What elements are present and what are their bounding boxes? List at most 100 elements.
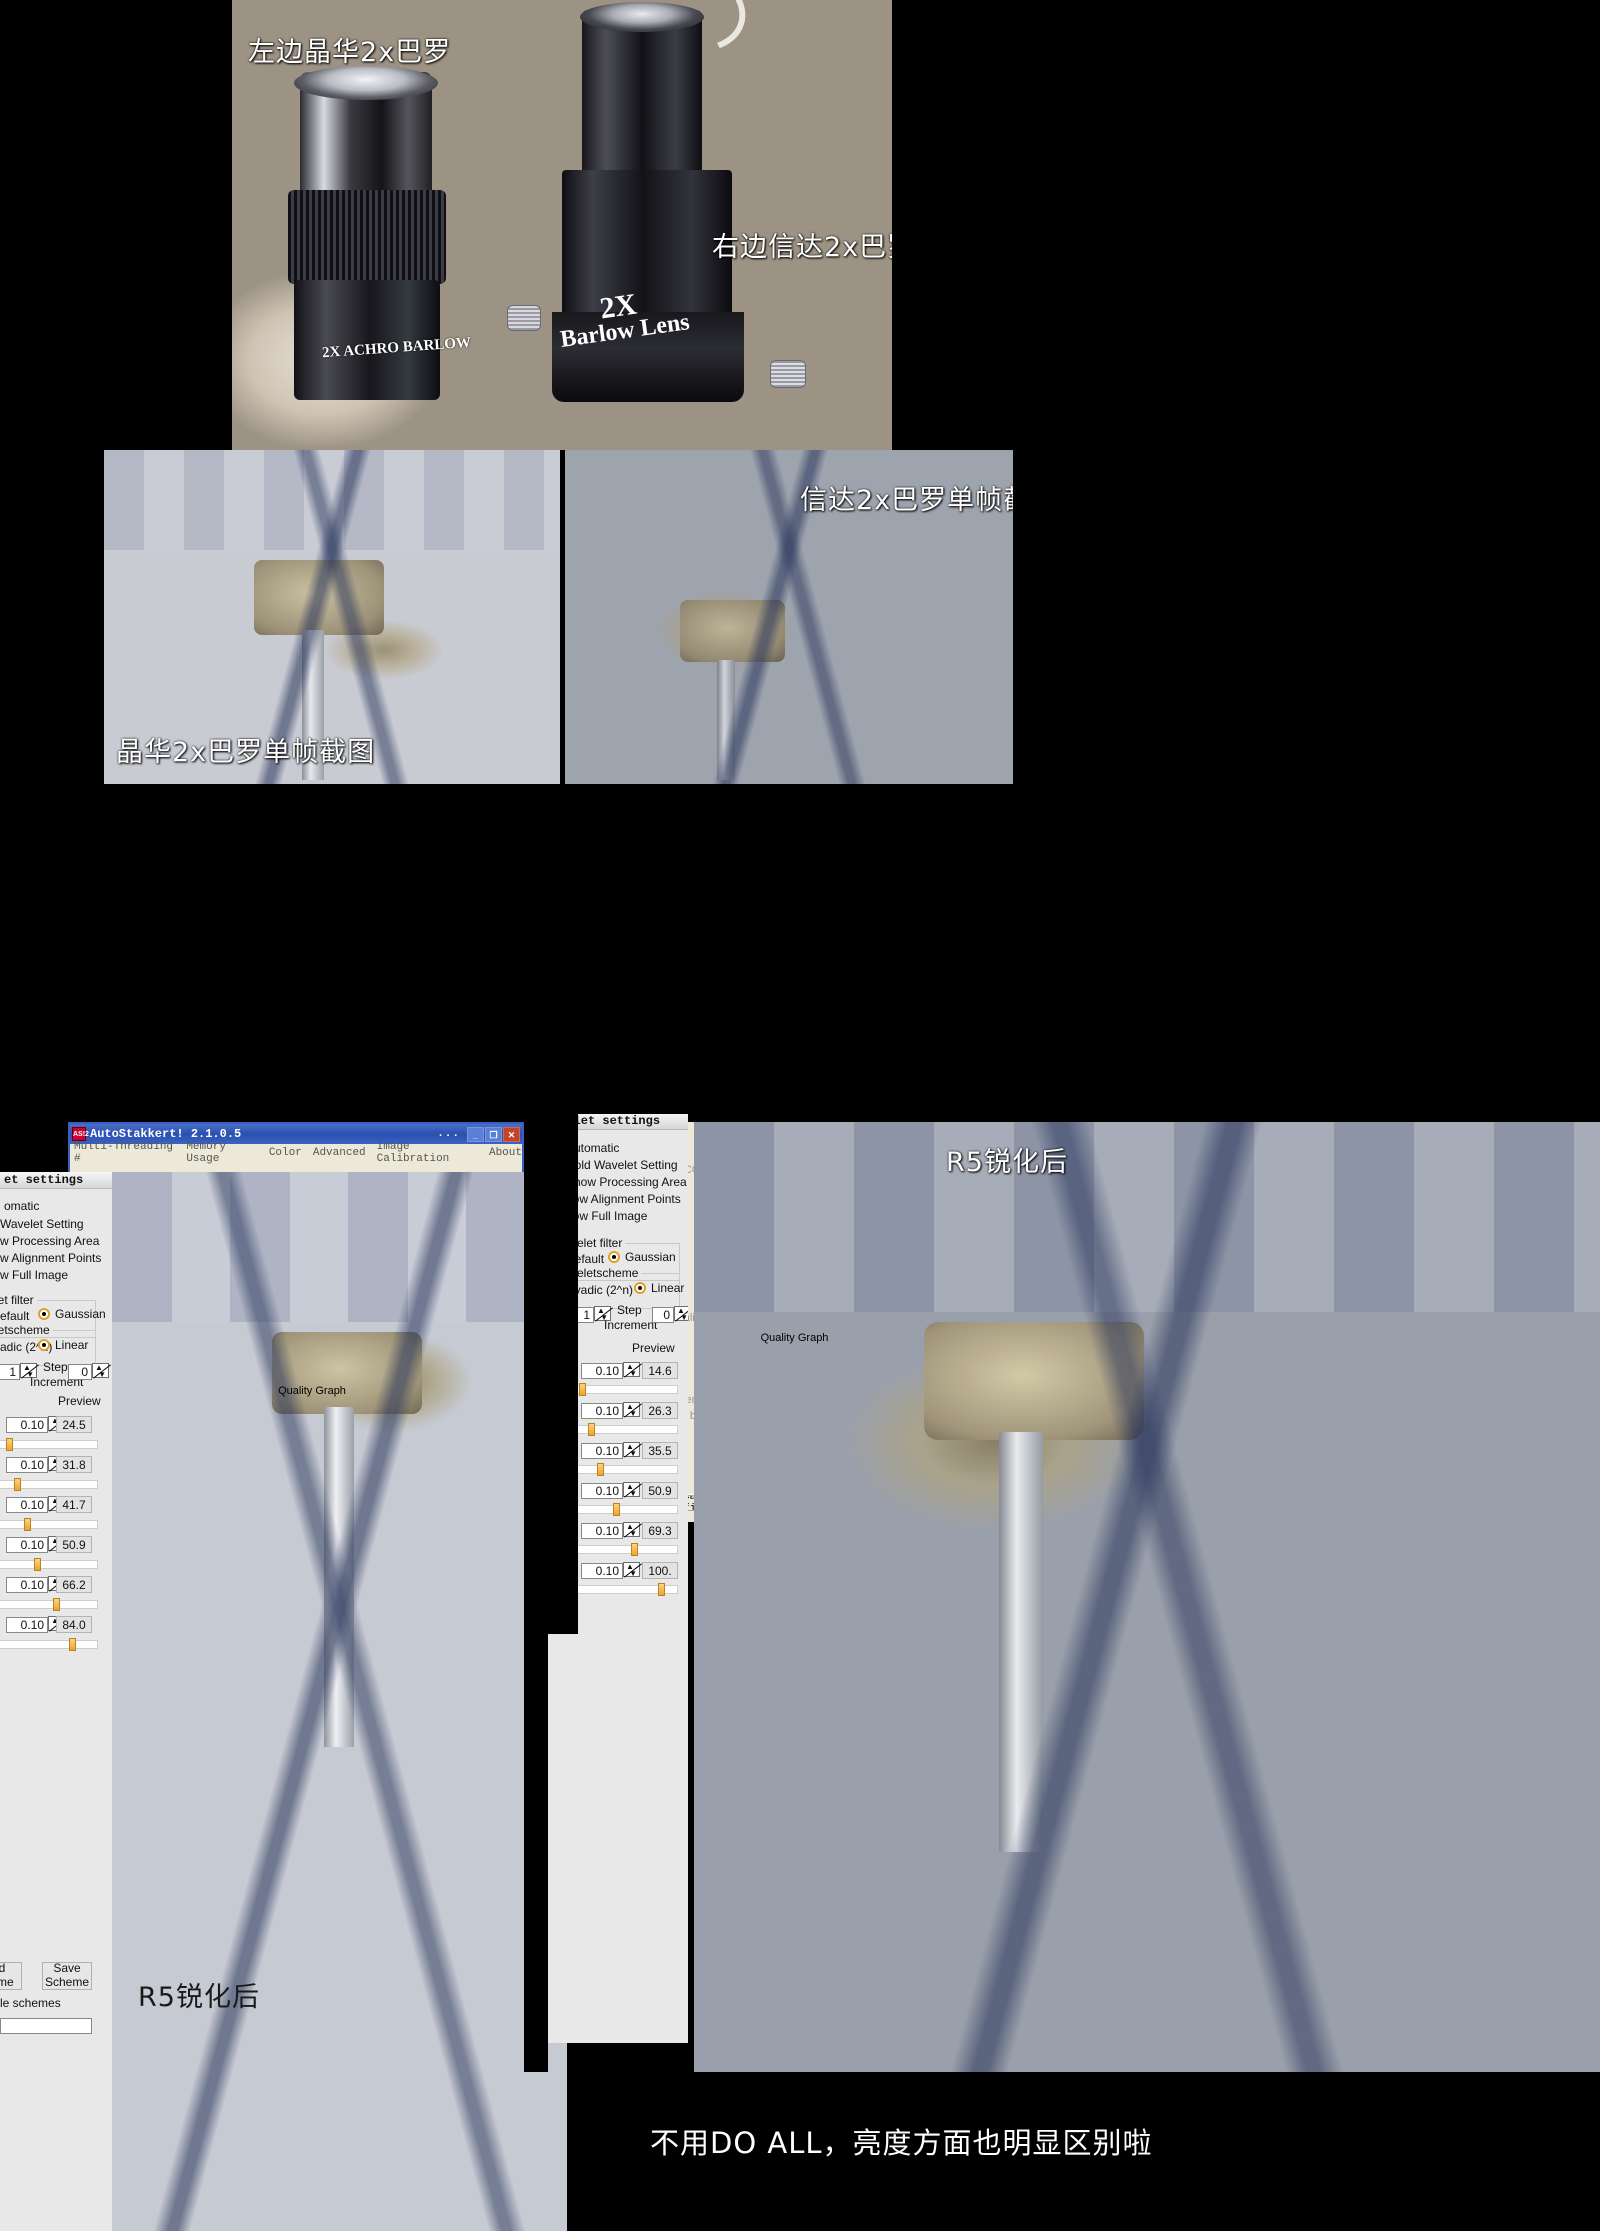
menu-item-memory-usage[interactable]: Memory Usage xyxy=(186,1141,258,1165)
wavelet-right-increment-stepper[interactable]: ▲ ▼ xyxy=(674,1306,688,1322)
wavelet-right-stepper-5[interactable]: ▲ ▼ xyxy=(623,1522,640,1538)
wavelet-right-checkbox-full-image[interactable]: how Full Image xyxy=(566,1209,647,1223)
photo-sharpened-right xyxy=(694,1122,1600,2072)
close-button[interactable]: ✕ xyxy=(503,1126,520,1142)
occluder-top-right xyxy=(892,0,1600,450)
menu-item-advanced[interactable]: Advanced xyxy=(313,1147,366,1159)
denoise-value: 0.10 xyxy=(595,1524,619,1538)
wavelet-left-preview-6[interactable]: 84.0 xyxy=(56,1616,92,1633)
slider-thumb[interactable] xyxy=(24,1518,31,1531)
wavelet-left-scheme-select[interactable] xyxy=(0,2018,92,2034)
iterations-value: 1 xyxy=(9,1365,16,1379)
wavelet-left-denoise-3[interactable]: 0.10 xyxy=(6,1497,48,1513)
minimize-button[interactable]: _ xyxy=(467,1126,484,1142)
wavelet-left-denoise-4[interactable]: 0.10 xyxy=(6,1537,48,1553)
wavelet-left-increment-stepper[interactable]: ▲ ▼ xyxy=(92,1363,109,1379)
wavelet-right-stepper-4[interactable]: ▲ ▼ xyxy=(623,1482,640,1498)
wavelet-left-slider-4[interactable] xyxy=(0,1558,98,1571)
wavelet-left-denoise-5[interactable]: 0.10 xyxy=(6,1577,48,1593)
wavelet-right-slider-3[interactable] xyxy=(572,1463,678,1476)
wavelet-left-titlebar[interactable]: et settings xyxy=(0,1172,112,1189)
slider-thumb[interactable] xyxy=(631,1543,639,1556)
wavelet-right-slider-5[interactable] xyxy=(572,1543,678,1556)
menu-item-multi-threading[interactable]: Multi-Threading # xyxy=(74,1141,175,1165)
wavelet-right-slider-1[interactable] xyxy=(572,1383,678,1396)
slider-thumb[interactable] xyxy=(612,1503,620,1516)
wavelet-right-denoise-1[interactable]: 0.10 xyxy=(581,1363,623,1379)
wavelet-left-save-scheme-button[interactable]: Save Scheme xyxy=(42,1961,92,1990)
wavelet-left-preview-2[interactable]: 31.8 xyxy=(56,1456,92,1473)
wavelet-right-preview-4[interactable]: 50.9 xyxy=(642,1482,678,1499)
slider-thumb[interactable] xyxy=(596,1463,604,1476)
slider-thumb[interactable] xyxy=(53,1598,60,1611)
wavelet-right-radio-gaussian[interactable]: Gaussian xyxy=(608,1250,676,1264)
wavelet-left-denoise-6[interactable]: 0.10 xyxy=(6,1617,48,1633)
wavelet-left-filter-default[interactable]: efault xyxy=(0,1309,29,1323)
wavelet-left-checkbox-hold[interactable]: Wavelet Setting xyxy=(0,1217,84,1231)
wavelet-left-slider-3[interactable] xyxy=(0,1518,98,1531)
slider-thumb[interactable] xyxy=(14,1478,21,1491)
slider-thumb[interactable] xyxy=(34,1558,41,1571)
menu-item-image-calibration[interactable]: Image Calibration xyxy=(377,1141,478,1165)
denoise-value: 0.10 xyxy=(595,1444,619,1458)
slider-thumb[interactable] xyxy=(658,1583,666,1596)
wavelet-right-radio-linear[interactable]: Linear xyxy=(634,1281,684,1295)
wavelet-right-stepper-3[interactable]: ▲ ▼ xyxy=(623,1442,640,1458)
iterations-value: 1 xyxy=(583,1308,590,1322)
wavelet-left-denoise-1[interactable]: 0.10 xyxy=(6,1417,48,1433)
slider-thumb[interactable] xyxy=(69,1638,76,1651)
wavelet-right-increment-input[interactable]: 0 xyxy=(652,1307,674,1323)
wavelet-left-preview-1[interactable]: 24.5 xyxy=(56,1416,92,1433)
br-post xyxy=(999,1432,1043,1852)
wavelet-right-preview-5[interactable]: 69.3 xyxy=(642,1522,678,1539)
wavelet-right-preview-2[interactable]: 26.3 xyxy=(642,1402,678,1419)
slider-thumb[interactable] xyxy=(579,1383,587,1396)
wavelet-right-slider-6[interactable] xyxy=(572,1583,678,1596)
wavelet-right-preview-6[interactable]: 100. xyxy=(642,1562,678,1579)
wavelet-right-preview-3[interactable]: 35.5 xyxy=(642,1442,678,1459)
wavelet-left-radio-gaussian[interactable]: Gaussian xyxy=(38,1307,106,1321)
wavelet-right-denoise-4[interactable]: 0.10 xyxy=(581,1483,623,1499)
wavelet-right-stepper-6[interactable]: ▲ ▼ xyxy=(623,1562,640,1578)
wavelet-left-radio-linear[interactable]: Linear xyxy=(38,1338,88,1352)
wavelet-left-slider-5[interactable] xyxy=(0,1598,98,1611)
wavelet-left-preview-5[interactable]: 66.2 xyxy=(56,1576,92,1593)
slider-thumb[interactable] xyxy=(587,1423,595,1436)
menu-bar[interactable]: Multi-Threading # Memory Usage Color Adv… xyxy=(70,1141,522,1165)
wavelet-right-stepper-1[interactable]: ▲ ▼ xyxy=(623,1362,640,1378)
wavelet-right-denoise-5[interactable]: 0.10 xyxy=(581,1523,623,1539)
wavelet-right-stepper-2[interactable]: ▲ ▼ xyxy=(623,1402,640,1418)
wavelet-right-increment-label: Increment xyxy=(604,1318,658,1332)
wavelet-left-denoise-2[interactable]: 0.10 xyxy=(6,1457,48,1473)
wavelet-left-slider-1[interactable] xyxy=(0,1438,98,1451)
wavelet-left-checkbox-alignment-points[interactable]: w Alignment Points xyxy=(0,1251,101,1265)
wavelet-right-checkbox-hold[interactable]: Hold Wavelet Setting xyxy=(566,1158,678,1172)
wavelet-left-checkbox-automatic[interactable]: omatic xyxy=(4,1199,39,1213)
wavelet-right-denoise-3[interactable]: 0.10 xyxy=(581,1443,623,1459)
wavelet-left-checkbox-full-image[interactable]: w Full Image xyxy=(0,1268,68,1282)
wavelet-left-preview-3[interactable]: 41.7 xyxy=(56,1496,92,1513)
menu-item-about[interactable]: About xyxy=(489,1147,522,1159)
wavelet-right-slider-4[interactable] xyxy=(572,1503,678,1516)
wavelet-left-checkbox-processing-area[interactable]: w Processing Area xyxy=(0,1234,99,1248)
ml-ceiling xyxy=(104,450,560,550)
wavelet-right-checkbox-alignment-points[interactable]: how Alignment Points xyxy=(566,1192,681,1206)
menu-item-color[interactable]: Color xyxy=(269,1147,302,1159)
wavelet-right-slider-2[interactable] xyxy=(572,1423,678,1436)
maximize-button[interactable]: ❐ xyxy=(485,1126,502,1142)
wavelet-right-denoise-6[interactable]: 0.10 xyxy=(581,1563,623,1579)
wavelet-left-load-scheme-button[interactable]: d eme xyxy=(0,1961,22,1990)
slider-thumb[interactable] xyxy=(6,1438,13,1451)
wavelet-right-preview-1[interactable]: 14.6 xyxy=(642,1362,678,1379)
wavelet-right-denoise-2[interactable]: 0.10 xyxy=(581,1403,623,1419)
denoise-value: 0.10 xyxy=(20,1578,44,1592)
wavelet-left-increment-input[interactable]: 0 xyxy=(68,1364,92,1380)
wavelet-right-checkbox-processing-area[interactable]: Show Processing Area xyxy=(566,1175,687,1189)
wavelet-left-preview-4[interactable]: 50.9 xyxy=(56,1536,92,1553)
wavelet-left-iterations-input[interactable]: 1 xyxy=(0,1364,20,1380)
app-icon: AS!2 xyxy=(72,1127,89,1141)
ml-hub xyxy=(254,560,384,635)
wavelet-left-slider-6[interactable] xyxy=(0,1638,98,1651)
wavelet-left-slider-2[interactable] xyxy=(0,1478,98,1491)
denoise-value: 0.10 xyxy=(20,1458,44,1472)
